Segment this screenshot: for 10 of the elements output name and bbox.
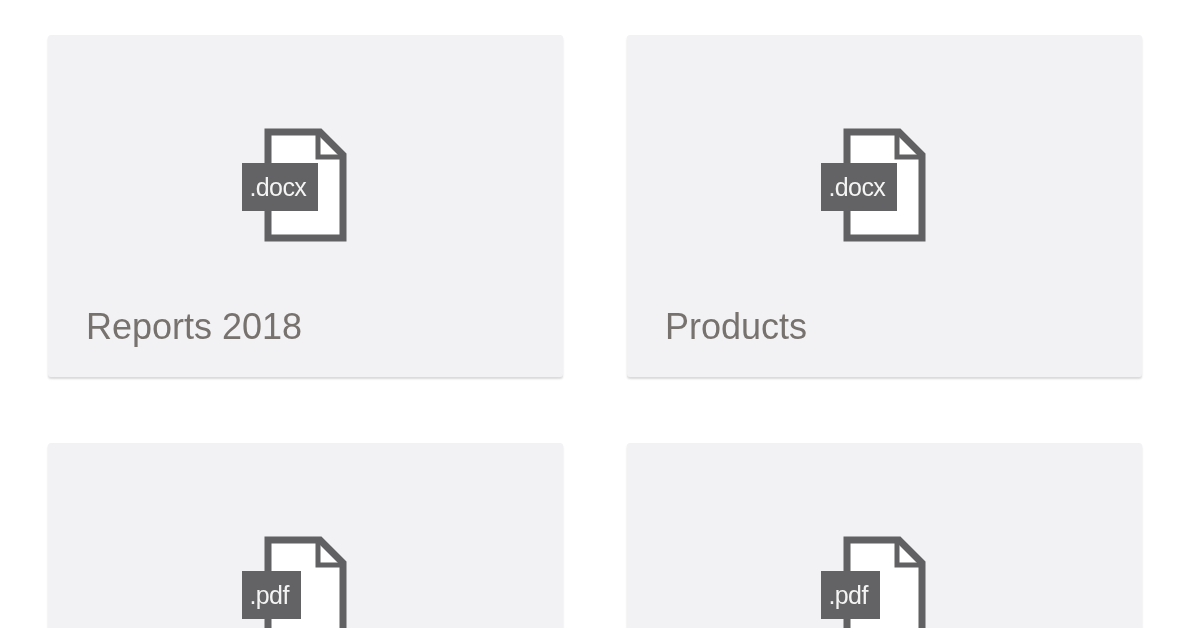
file-extension-label: .pdf — [820, 571, 880, 619]
file-extension-label: .docx — [820, 163, 898, 211]
file-name: Products — [665, 305, 808, 349]
file-extension-label: .docx — [241, 163, 319, 211]
file-extension-label: .pdf — [241, 571, 301, 619]
file-card[interactable]: .docx Products — [627, 35, 1142, 377]
file-name: Reports 2018 — [86, 305, 303, 349]
file-card[interactable]: .docx Reports 2018 — [48, 35, 563, 377]
file-card[interactable]: .pdf — [48, 443, 563, 628]
file-card[interactable]: .pdf — [627, 443, 1142, 628]
